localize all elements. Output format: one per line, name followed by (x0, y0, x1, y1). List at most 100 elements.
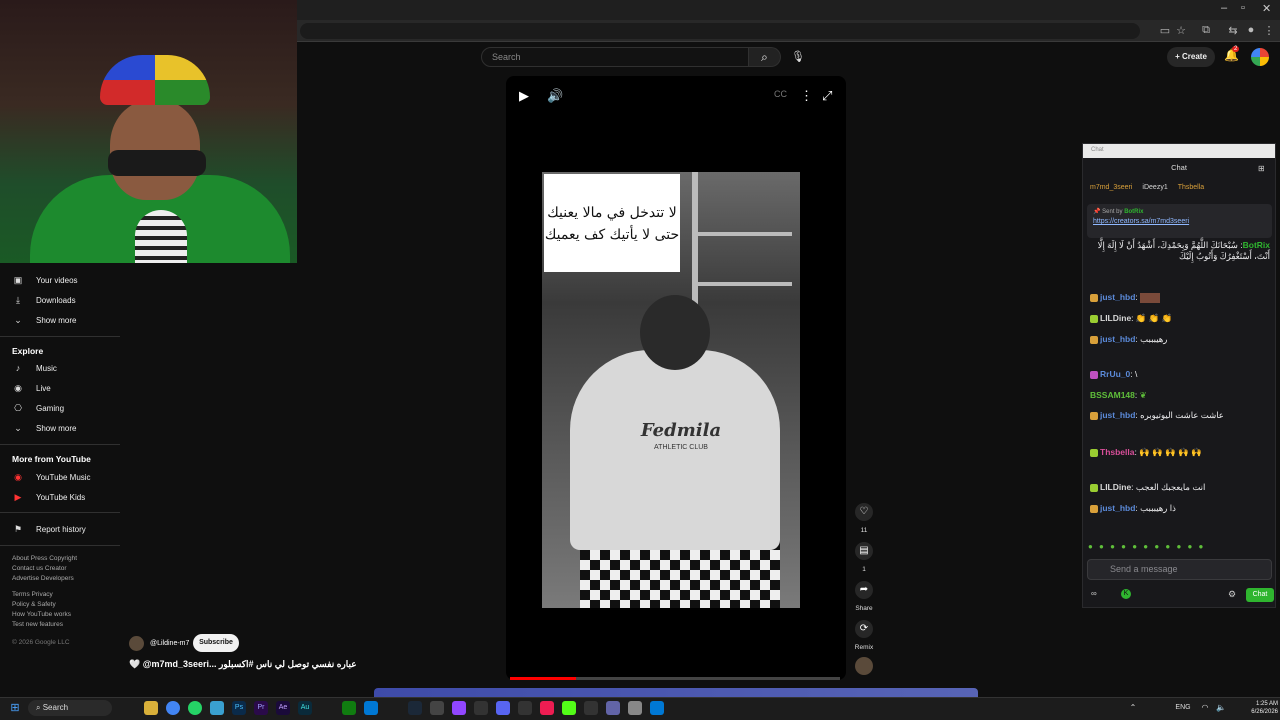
sidebar-item-show-more-you[interactable]: ⌄ Show more (12, 313, 122, 327)
app-icon[interactable] (518, 701, 532, 715)
wifi-icon[interactable]: ◠ (1198, 701, 1212, 715)
comment-icon: ▤ (859, 545, 869, 556)
chat-username[interactable]: LILDine (1100, 482, 1131, 492)
channel-avatar[interactable] (129, 636, 144, 651)
chat-username[interactable]: just_hbd (1100, 410, 1135, 420)
create-button[interactable]: + Create (1167, 47, 1215, 67)
chat-username[interactable]: BSSAM148 (1090, 390, 1135, 400)
install-app-icon[interactable]: ▭ (1158, 24, 1172, 37)
voice-search-button[interactable]: 🎙 (789, 48, 807, 66)
sidebar-footer-links[interactable]: About Press Copyright Contact us Creator… (12, 554, 122, 584)
youtube-music-icon: ◉ (14, 471, 22, 482)
volume-icon[interactable]: 🔊 (547, 88, 563, 104)
xbox-icon[interactable] (342, 701, 356, 715)
search-input[interactable]: Search (481, 47, 749, 67)
chat-top-user[interactable]: iDeezy1 (1142, 184, 1167, 198)
chrome-icon[interactable] (166, 701, 180, 715)
twitch-icon[interactable] (452, 701, 466, 715)
taskbar-search[interactable]: ⌕ Search (28, 700, 112, 716)
taskbar-clock[interactable]: 1:25 AM 6/26/2026 (1234, 700, 1278, 716)
channel-name[interactable]: @Lildine-m7 (150, 640, 189, 647)
speaker-icon[interactable]: 🔈 (1214, 701, 1228, 715)
bookmark-star-icon[interactable]: ☆ (1174, 24, 1188, 37)
discord-icon[interactable] (496, 701, 510, 715)
chat-username[interactable]: just_hbd (1100, 334, 1135, 344)
audition-icon[interactable]: Au (298, 701, 312, 715)
chat-username[interactable]: BotRix (1243, 240, 1270, 250)
sound-avatar[interactable] (855, 657, 873, 675)
more-options-icon[interactable]: ⋮ (800, 88, 813, 104)
emote-picker-row[interactable]: ● ● ● ● ● ● ● ● ● ● ● (1088, 542, 1273, 554)
sidebar-item-youtube-kids[interactable]: ▶ YouTube Kids (12, 490, 122, 504)
pinned-user[interactable]: BotRix (1124, 209, 1143, 215)
close-window-button[interactable]: ✕ (1262, 2, 1271, 15)
share-button[interactable]: ➦ (855, 581, 873, 599)
app-icon[interactable] (628, 701, 642, 715)
music-note-icon: ♪ (15, 363, 21, 373)
chat-top-user[interactable]: Thsbella (1178, 184, 1204, 198)
search-button[interactable]: ⌕ (749, 47, 781, 67)
pinned-link[interactable]: https://creators.sa/m7md3seeri (1093, 218, 1266, 225)
captions-icon[interactable]: CC (774, 89, 787, 99)
extensions-icon[interactable]: ⧉ (1199, 24, 1213, 37)
app-icon[interactable] (584, 701, 598, 715)
sidebar-item-report-history[interactable]: ⚑ Report history (12, 522, 122, 536)
chat-send-button[interactable]: Chat (1246, 588, 1274, 602)
chat-username[interactable]: LILDine (1100, 313, 1131, 323)
copyright: © 2026 Google LLC (12, 639, 70, 646)
photoshop-icon[interactable]: Ps (232, 701, 246, 715)
premiere-icon[interactable]: Pr (254, 701, 268, 715)
whatsapp-icon[interactable] (188, 701, 202, 715)
address-bar[interactable] (300, 23, 1140, 39)
windows-start-icon[interactable]: ⊞ (8, 701, 22, 715)
chat-username[interactable]: Thsbella (1100, 447, 1134, 457)
app-icon[interactable] (606, 701, 620, 715)
kick-app-icon[interactable] (562, 701, 576, 715)
kick-icon[interactable]: K (1121, 589, 1131, 599)
sidebar-divider (0, 444, 120, 445)
chat-users-icon[interactable]: ⊞ (1258, 164, 1265, 173)
app-icon[interactable] (474, 701, 488, 715)
chat-message-input[interactable]: Send a message (1087, 559, 1272, 580)
browser-menu-icon[interactable]: ⋮ (1262, 24, 1276, 37)
chat-username[interactable]: just_hbd (1100, 292, 1135, 302)
sidebar-item-gaming[interactable]: ⎔ Gaming (12, 401, 122, 415)
video-title[interactable]: 🤍 @m7md_3seeri... عباره نفسي توصل لي ناس… (129, 659, 357, 670)
app-icon[interactable] (210, 701, 224, 715)
sidebar-footer-policy[interactable]: Terms Privacy Policy & Safety How YouTub… (12, 590, 122, 630)
minimize-button[interactable]: – (1221, 2, 1227, 14)
browser-profile-icon[interactable]: ● (1244, 24, 1258, 36)
comments-button[interactable]: ▤ (855, 542, 873, 560)
chat-username[interactable]: just_hbd (1100, 503, 1135, 513)
sidebar-item-youtube-music[interactable]: ◉ YouTube Music (12, 470, 122, 484)
chat-top-user[interactable]: m7md_3seeri (1090, 184, 1132, 198)
after-effects-icon[interactable]: Ae (276, 701, 290, 715)
steam-icon[interactable] (408, 701, 422, 715)
sidebar-item-show-more-explore[interactable]: ⌄ Show more (12, 421, 122, 435)
remix-button[interactable]: ⟳ (855, 620, 873, 638)
shelf-board (692, 232, 792, 236)
play-icon[interactable]: ▶ (519, 88, 529, 104)
app-icon[interactable] (364, 701, 378, 715)
tray-chevron-icon[interactable]: ⌃ (1126, 701, 1140, 715)
caption-line: حتى لا يأتيك كف يعميك (544, 227, 680, 243)
language-indicator[interactable]: ENG (1172, 701, 1194, 715)
tiktok-icon[interactable] (540, 701, 554, 715)
avatar[interactable] (1251, 48, 1269, 66)
app-icon[interactable] (650, 701, 664, 715)
maximize-button[interactable]: ▫ (1241, 2, 1245, 14)
gear-icon[interactable]: ⚙ (1228, 589, 1236, 600)
channel-points-icon[interactable]: ∞ (1091, 589, 1097, 598)
tab-search-icon[interactable]: ⇆ (1226, 24, 1240, 37)
sidebar-item-music[interactable]: ♪ Music (12, 361, 122, 375)
sidebar-item-your-videos[interactable]: ▣ Your videos (12, 273, 122, 287)
file-explorer-icon[interactable] (144, 701, 158, 715)
sidebar-item-downloads[interactable]: ⤓ Downloads (12, 293, 122, 307)
fullscreen-icon[interactable]: ⤢ (822, 88, 832, 104)
chat-message: just_hbd: ذا رهيبببب (1090, 503, 1270, 514)
like-button[interactable]: ♡ (855, 503, 873, 521)
sidebar-item-live[interactable]: ◉ Live (12, 381, 122, 395)
chat-username[interactable]: RrUu_0 (1100, 369, 1130, 379)
subscribe-button[interactable]: Subscribe (193, 634, 239, 652)
app-icon[interactable] (430, 701, 444, 715)
